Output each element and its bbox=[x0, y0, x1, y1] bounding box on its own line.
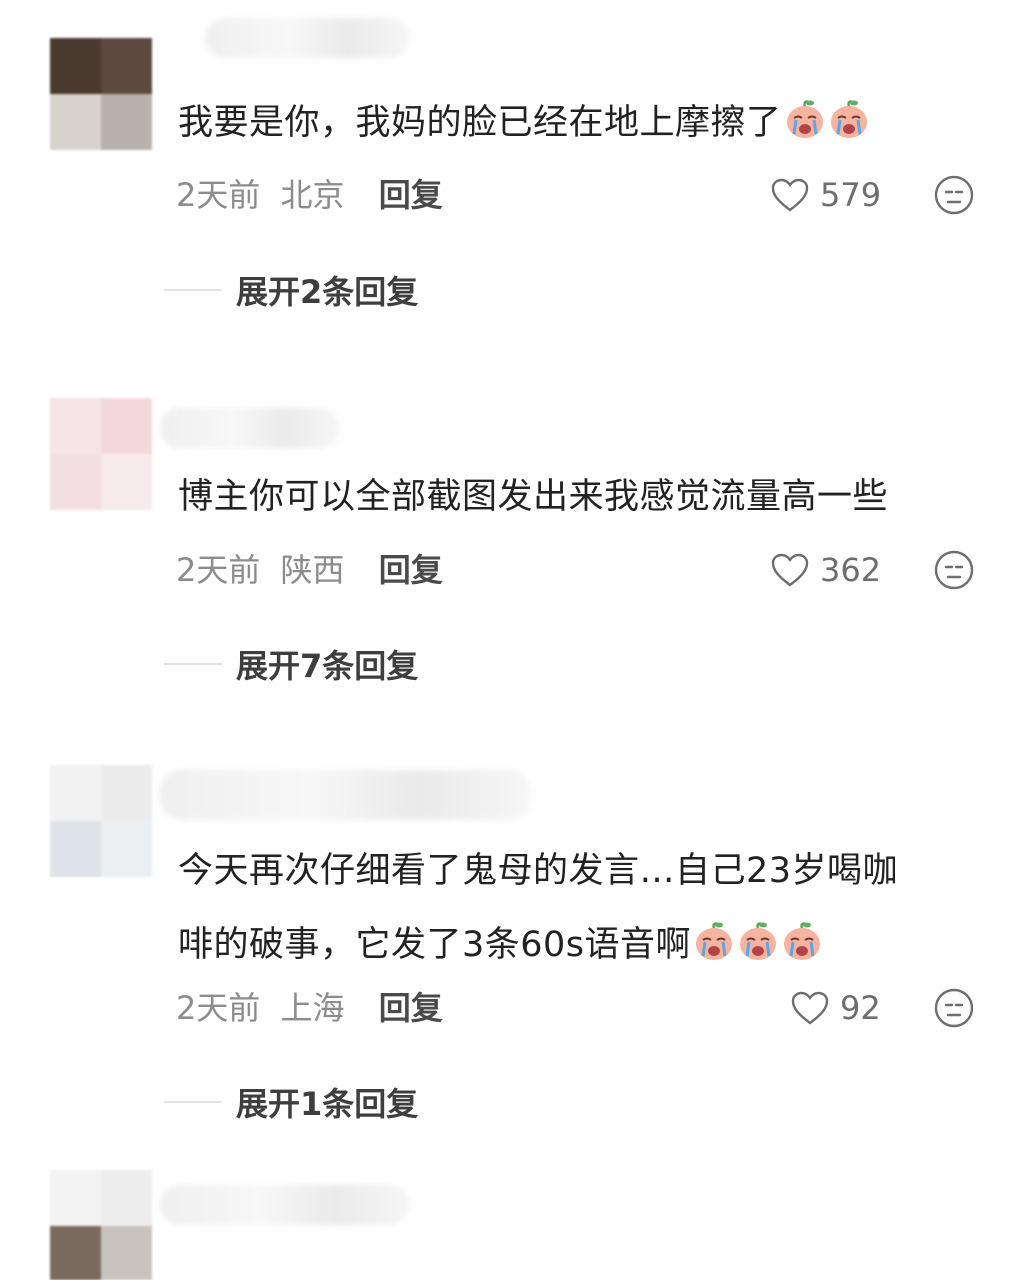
crying-face-emoji bbox=[784, 98, 826, 140]
neutral-face-icon[interactable] bbox=[932, 173, 976, 217]
avatar[interactable] bbox=[50, 398, 152, 510]
avatar[interactable] bbox=[50, 765, 152, 877]
heart-outline-icon bbox=[771, 553, 809, 587]
username-redacted bbox=[160, 770, 530, 820]
like-count: 92 bbox=[840, 989, 881, 1027]
expand-replies-label: 展开7条回复 bbox=[236, 647, 419, 685]
avatar[interactable] bbox=[50, 1170, 152, 1280]
comment-text: 今天再次仔细看了鬼母的发言…自己23岁喝咖 啡的破事，它发了3条60s语音啊 bbox=[178, 834, 998, 982]
expand-replies-button[interactable]: 展开1条回复 bbox=[164, 1072, 418, 1132]
like-button[interactable]: 579 bbox=[770, 165, 881, 225]
username-redacted bbox=[160, 1185, 410, 1225]
expand-replies-button[interactable]: 展开2条回复 bbox=[164, 260, 418, 320]
divider bbox=[164, 663, 222, 665]
neutral-face-icon[interactable] bbox=[932, 548, 976, 592]
heart-outline-icon bbox=[771, 178, 809, 212]
like-count: 362 bbox=[820, 551, 882, 589]
comment-text: 博主你可以全部截图发出来我感觉流量高一些 bbox=[178, 460, 998, 534]
neutral-face-icon[interactable] bbox=[932, 986, 976, 1030]
like-button[interactable]: 362 bbox=[770, 540, 881, 600]
like-count: 579 bbox=[820, 176, 882, 214]
comment-text-line-2: 啡的破事，它发了3条60s语音啊 bbox=[178, 925, 692, 965]
heart-outline-icon bbox=[791, 991, 829, 1025]
divider bbox=[164, 1101, 222, 1103]
comment-text-content: 我要是你，我妈的脸已经在地上摩擦了 bbox=[178, 103, 782, 143]
expand-replies-label: 展开1条回复 bbox=[236, 1085, 419, 1123]
username-redacted bbox=[160, 408, 340, 448]
expand-replies-button[interactable]: 展开7条回复 bbox=[164, 634, 418, 694]
crying-face-emoji bbox=[693, 920, 735, 962]
avatar[interactable] bbox=[50, 38, 152, 150]
comment-text-content: 博主你可以全部截图发出来我感觉流量高一些 bbox=[178, 477, 889, 517]
comment-text-line-1: 今天再次仔细看了鬼母的发言…自己23岁喝咖 bbox=[178, 851, 899, 891]
crying-face-emoji bbox=[781, 920, 823, 962]
like-button[interactable]: 92 bbox=[790, 978, 881, 1038]
comment-text: 我要是你，我妈的脸已经在地上摩擦了 bbox=[178, 86, 998, 160]
crying-face-emoji bbox=[828, 98, 870, 140]
username-redacted bbox=[205, 18, 410, 58]
expand-replies-label: 展开2条回复 bbox=[236, 273, 419, 311]
crying-face-emoji bbox=[737, 920, 779, 962]
divider bbox=[164, 289, 222, 291]
